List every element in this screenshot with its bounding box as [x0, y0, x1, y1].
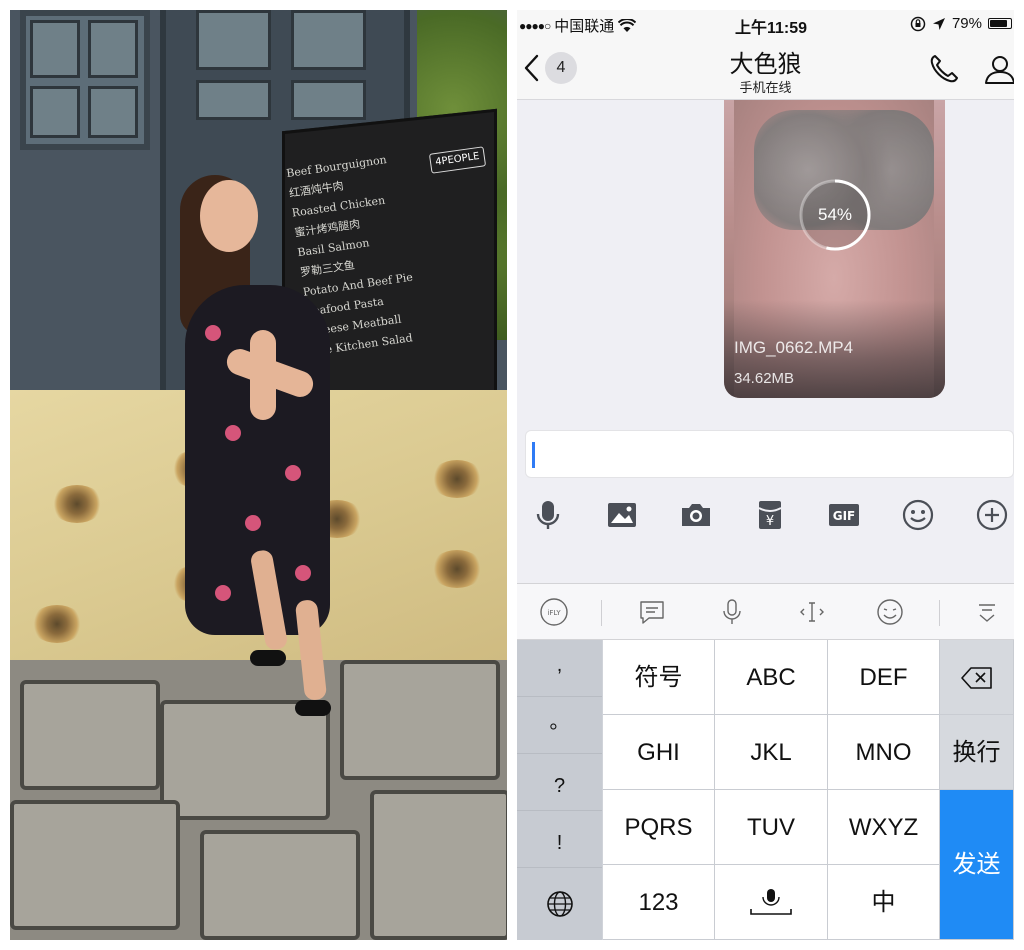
- quick-phrase-icon[interactable]: [637, 597, 667, 627]
- qq-chat-screen: ●●●●○ 中国联通 上午11:59 79% 4 大色狼 手机在线 54% IM…: [517, 10, 1014, 940]
- composer: [517, 428, 1014, 484]
- battery-level: [990, 20, 1008, 27]
- backspace-icon: [960, 667, 992, 689]
- mic-icon[interactable]: [531, 498, 565, 532]
- plus-icon[interactable]: [975, 498, 1009, 532]
- profile-icon[interactable]: [983, 52, 1014, 86]
- separator: [601, 600, 602, 626]
- ifly-logo-icon[interactable]: iFLY: [539, 597, 569, 627]
- status-right: 79%: [910, 15, 1012, 32]
- language-switch-key[interactable]: 中: [828, 865, 940, 940]
- globe-icon: [546, 891, 573, 917]
- composer-toolbar: ¥ GIF: [517, 484, 1014, 546]
- key-tuv[interactable]: TUV: [715, 790, 828, 865]
- hide-keyboard-icon[interactable]: [972, 597, 1002, 627]
- symbol-column: , 。 ? !: [517, 640, 602, 940]
- separator: [939, 600, 940, 626]
- key-abc[interactable]: ABC: [715, 640, 828, 715]
- window: [20, 10, 150, 150]
- mic-icon: [750, 889, 792, 915]
- ime-toolbar: iFLY: [517, 584, 1014, 640]
- text-caret: [532, 442, 535, 468]
- shoe: [295, 700, 331, 716]
- voice-input-icon[interactable]: [717, 597, 747, 627]
- wifi-icon: [618, 18, 637, 32]
- t9-keyboard: , 。 ? ! 符号 ABC DEF GHI JKL MNO 换行 PQRS T…: [517, 640, 1014, 940]
- battery-percent: 79%: [951, 15, 982, 32]
- status-time: 上午11:59: [735, 20, 808, 37]
- video-message[interactable]: 54% IMG_0662.MP4 34.62MB: [724, 100, 945, 398]
- cursor-move-icon[interactable]: [797, 597, 827, 627]
- chat-header: 4 大色狼 手机在线: [517, 38, 1014, 100]
- send-key[interactable]: 发送: [940, 790, 1014, 940]
- street-photo: 4PEOPLE Beef Bourguignon 红酒炖牛肉 Roasted C…: [10, 10, 507, 940]
- globe-key[interactable]: [517, 868, 602, 940]
- space-key[interactable]: [715, 865, 828, 940]
- gif-icon[interactable]: GIF: [827, 498, 861, 532]
- symbol-key[interactable]: 。: [517, 697, 602, 754]
- camera-icon[interactable]: [679, 498, 713, 532]
- key-jkl[interactable]: JKL: [715, 715, 828, 790]
- battery-icon: [988, 18, 1012, 29]
- symbol-key[interactable]: ?: [517, 754, 602, 811]
- message-input[interactable]: [525, 430, 1014, 478]
- paving-stones: [10, 660, 507, 940]
- status-bar: ●●●●○ 中国联通 上午11:59 79%: [517, 10, 1014, 38]
- video-file-name: IMG_0662.MP4: [734, 338, 854, 357]
- message-list[interactable]: 54% IMG_0662.MP4 34.62MB: [517, 100, 1014, 428]
- symbol-key[interactable]: !: [517, 811, 602, 868]
- image-icon[interactable]: [605, 498, 639, 532]
- backspace-key[interactable]: [940, 640, 1014, 715]
- video-file-size: 34.62MB: [734, 370, 795, 387]
- svg-text:¥: ¥: [766, 514, 774, 529]
- key-symbols[interactable]: 符号: [603, 640, 715, 715]
- key-pqrs[interactable]: PQRS: [603, 790, 715, 865]
- signal-dots: ●●●●○: [519, 18, 551, 33]
- carrier-name: 中国联通: [554, 18, 615, 35]
- phone-call-icon[interactable]: [927, 52, 961, 86]
- emoticon-icon[interactable]: [875, 597, 905, 627]
- woman-face: [200, 180, 258, 252]
- composite-screenshot: 4PEOPLE Beef Bourguignon 红酒炖牛肉 Roasted C…: [0, 0, 1024, 950]
- shoe: [250, 650, 286, 666]
- symbol-key[interactable]: ,: [517, 640, 602, 697]
- key-wxyz[interactable]: WXYZ: [828, 790, 940, 865]
- arm: [250, 330, 276, 420]
- rotation-lock-icon: [910, 16, 926, 31]
- newline-key[interactable]: 换行: [940, 715, 1014, 790]
- key-123[interactable]: 123: [603, 865, 715, 940]
- key-ghi[interactable]: GHI: [603, 715, 715, 790]
- key-def[interactable]: DEF: [828, 640, 940, 715]
- emoji-icon[interactable]: [901, 498, 935, 532]
- status-left: ●●●●○ 中国联通: [519, 15, 637, 36]
- keyboard-gap: [517, 546, 1014, 584]
- red-packet-icon[interactable]: ¥: [753, 498, 787, 532]
- svg-text:GIF: GIF: [833, 509, 856, 523]
- svg-text:iFLY: iFLY: [547, 609, 561, 617]
- download-progress-label: 54%: [817, 205, 853, 224]
- key-mno[interactable]: MNO: [828, 715, 940, 790]
- location-arrow-icon: [932, 17, 945, 30]
